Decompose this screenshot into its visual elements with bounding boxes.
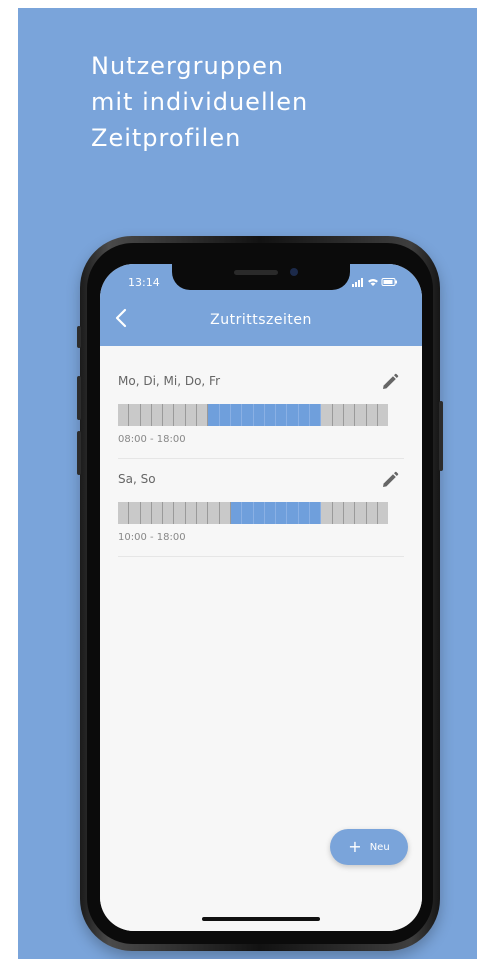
divider bbox=[118, 458, 404, 459]
time-segment-active bbox=[287, 502, 299, 524]
time-segment-inactive bbox=[208, 502, 220, 524]
promo-background: Nutzergruppen mit individuellen Zeitprof… bbox=[18, 8, 477, 959]
time-segment-inactive bbox=[129, 502, 141, 524]
speaker-grille bbox=[234, 270, 278, 275]
time-segment-inactive bbox=[332, 404, 344, 426]
time-segment-inactive bbox=[140, 404, 152, 426]
headline-line-1: Nutzergruppen bbox=[91, 52, 285, 80]
schedule-days: Mo, Di, Mi, Do, Fr bbox=[118, 374, 221, 388]
volume-down-button bbox=[77, 431, 81, 475]
time-segment-inactive bbox=[377, 502, 389, 524]
schedule-time-range: 10:00 - 18:00 bbox=[118, 532, 186, 543]
mute-switch bbox=[77, 326, 81, 348]
time-segment-inactive bbox=[321, 404, 333, 426]
divider bbox=[118, 556, 404, 557]
phone-screen: 13:14 Zutrittszeiten Mo, Di, Mi, Do, Fr … bbox=[100, 264, 422, 931]
time-segment-inactive bbox=[343, 502, 356, 524]
time-segment-inactive bbox=[219, 502, 231, 524]
edit-button[interactable] bbox=[380, 470, 400, 490]
status-icons bbox=[352, 277, 398, 290]
time-segment-inactive bbox=[332, 502, 344, 524]
time-segment-inactive bbox=[118, 502, 130, 524]
schedule-days: Sa, So bbox=[118, 472, 156, 486]
time-segment-active bbox=[310, 502, 322, 524]
time-segment-active bbox=[230, 404, 243, 426]
schedule-list: Mo, Di, Mi, Do, Fr 08:00 - 18:00 Sa, So bbox=[100, 346, 422, 931]
volume-up-button bbox=[77, 376, 81, 420]
schedule-time-range: 08:00 - 18:00 bbox=[118, 434, 186, 445]
pencil-icon bbox=[383, 373, 399, 389]
time-segment-inactive bbox=[343, 404, 356, 426]
new-schedule-button[interactable]: + Neu bbox=[330, 829, 408, 865]
time-segment-inactive bbox=[355, 502, 367, 524]
time-segment-inactive bbox=[366, 502, 378, 524]
time-segment-active bbox=[287, 404, 299, 426]
side-button bbox=[439, 401, 443, 471]
time-segment-inactive bbox=[366, 404, 378, 426]
time-segment-active bbox=[219, 404, 231, 426]
time-segment-inactive bbox=[377, 404, 389, 426]
time-segment-active bbox=[298, 502, 311, 524]
time-segment-inactive bbox=[174, 404, 186, 426]
fab-label: Neu bbox=[369, 841, 390, 853]
time-segment-active bbox=[230, 502, 243, 524]
pencil-icon bbox=[383, 471, 399, 487]
time-segment-inactive bbox=[151, 404, 164, 426]
time-segment-inactive bbox=[321, 502, 333, 524]
time-segment-active bbox=[276, 502, 288, 524]
status-time: 13:14 bbox=[128, 276, 160, 289]
page-title: Zutrittszeiten bbox=[210, 312, 312, 328]
time-segment-inactive bbox=[118, 404, 130, 426]
time-segment-inactive bbox=[140, 502, 152, 524]
time-segment-active bbox=[264, 404, 277, 426]
time-segment-active bbox=[242, 502, 254, 524]
time-segment-inactive bbox=[174, 502, 186, 524]
time-segment-inactive bbox=[185, 404, 198, 426]
home-indicator bbox=[202, 917, 320, 921]
time-segment-active bbox=[264, 502, 277, 524]
time-segment-active bbox=[310, 404, 322, 426]
time-segment-active bbox=[208, 404, 220, 426]
time-segment-active bbox=[253, 404, 265, 426]
headline-line-2: mit individuellen bbox=[91, 88, 309, 116]
time-bar bbox=[118, 404, 389, 426]
time-segment-inactive bbox=[197, 404, 209, 426]
time-segment-active bbox=[242, 404, 254, 426]
phone-frame: 13:14 Zutrittszeiten Mo, Di, Mi, Do, Fr … bbox=[77, 236, 443, 951]
edit-button[interactable] bbox=[380, 372, 400, 392]
time-segment-active bbox=[253, 502, 265, 524]
time-segment-inactive bbox=[197, 502, 209, 524]
headline-line-3: Zeitprofilen bbox=[91, 124, 242, 152]
time-segment-inactive bbox=[129, 404, 141, 426]
promo-headline: Nutzergruppen mit individuellen Zeitprof… bbox=[91, 48, 308, 156]
signal-wifi-battery-icon bbox=[352, 278, 397, 287]
time-segment-inactive bbox=[185, 502, 198, 524]
front-camera bbox=[290, 268, 298, 276]
time-segment-inactive bbox=[355, 404, 367, 426]
time-segment-inactive bbox=[151, 502, 164, 524]
time-bar bbox=[118, 502, 389, 524]
time-segment-active bbox=[298, 404, 311, 426]
time-segment-inactive bbox=[163, 502, 175, 524]
notch bbox=[172, 264, 350, 290]
plus-icon: + bbox=[348, 837, 362, 856]
time-segment-inactive bbox=[163, 404, 175, 426]
time-segment-active bbox=[276, 404, 288, 426]
